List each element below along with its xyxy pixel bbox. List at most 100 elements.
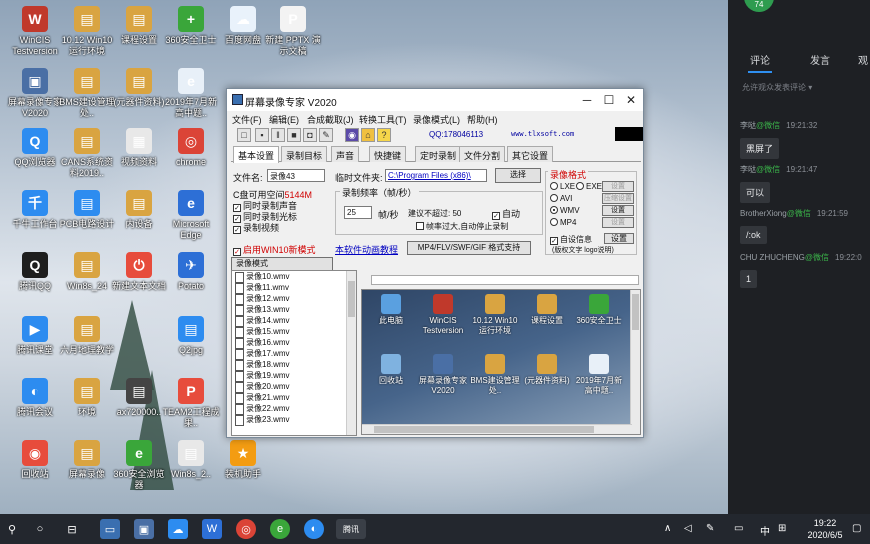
new-icon[interactable]: □ bbox=[237, 128, 251, 142]
comment-user[interactable]: CHU ZHUCHENG bbox=[740, 253, 805, 262]
format-radio[interactable]: LXE bbox=[550, 182, 575, 191]
keyboard-icon[interactable]: ▭ bbox=[734, 523, 743, 534]
scroll-thumb[interactable] bbox=[632, 294, 639, 330]
taskbar-360-icon[interactable]: e bbox=[270, 519, 290, 539]
file-list-item[interactable]: 录像12.wmv bbox=[232, 293, 356, 305]
desktop-icon[interactable]: ▶ 腾讯课堂 bbox=[6, 316, 64, 356]
desktop-icon[interactable]: ▤ 环境 bbox=[58, 378, 116, 418]
file-list-item[interactable]: 录像21.wmv bbox=[232, 392, 356, 404]
record-icon[interactable]: ▪ bbox=[255, 128, 269, 142]
ime-indicator[interactable]: 中 bbox=[760, 523, 770, 538]
format-settings-button[interactable]: 设置 bbox=[602, 205, 634, 216]
volume-icon[interactable]: ◁ bbox=[684, 523, 692, 534]
settings-tab[interactable]: 声音 bbox=[331, 146, 360, 162]
maximize-button[interactable]: ☐ bbox=[599, 91, 619, 109]
tab-comments[interactable]: 评论 bbox=[748, 52, 772, 73]
file-list-item[interactable]: 录像10.wmv bbox=[232, 271, 356, 283]
taskbar-active-app[interactable]: 腾讯 bbox=[336, 519, 366, 539]
file-list-item[interactable]: 录像15.wmv bbox=[232, 326, 356, 338]
stop-icon[interactable]: ■ bbox=[287, 128, 301, 142]
settings-tab[interactable]: 其它设置 bbox=[507, 146, 554, 162]
comment-user[interactable]: 李哒 bbox=[740, 165, 756, 174]
desktop-icon[interactable]: ▤ Q2jpg bbox=[162, 316, 220, 356]
comment-user[interactable]: 李哒 bbox=[740, 121, 756, 130]
desktop-icon[interactable]: ◉ 回收站 bbox=[6, 440, 64, 480]
desktop-icon[interactable]: Q 腾讯QQ bbox=[6, 252, 64, 292]
chevron-up-icon[interactable]: ∧ bbox=[664, 523, 671, 534]
settings-tab[interactable]: 快捷键 bbox=[369, 146, 407, 162]
desktop-icon[interactable]: ▤ PCB电路设计 bbox=[58, 190, 116, 230]
record-audio-checkbox[interactable]: ✓ 同时录制声音 bbox=[233, 201, 297, 212]
scroll-thumb[interactable] bbox=[348, 281, 355, 317]
comment-user[interactable]: BrotherXiong bbox=[740, 209, 787, 218]
settings-tab[interactable]: 基本设置 bbox=[233, 146, 280, 163]
win10-mode-checkbox[interactable]: ✓ 启用WIN10新模式 bbox=[233, 243, 316, 256]
desktop-icon[interactable]: ▤ (元器件资料) bbox=[110, 68, 168, 108]
format-exe-radio[interactable]: EXE bbox=[576, 182, 602, 191]
taskbar-app-meeting-icon[interactable]: ▭ bbox=[100, 519, 120, 539]
file-list-item[interactable]: 录像20.wmv bbox=[232, 381, 356, 393]
settings-tab[interactable]: 定时录制 bbox=[415, 146, 462, 162]
tab-speak[interactable]: 发言 bbox=[810, 52, 830, 67]
comment-permission-toggle[interactable]: 允许观众发表评论 ▾ bbox=[742, 82, 812, 93]
format-support-button[interactable]: MP4/FLV/SWF/GIF 格式支持 bbox=[407, 241, 531, 255]
taskbar-app-recorder-icon[interactable]: ▣ bbox=[134, 519, 154, 539]
desktop-icon[interactable]: ▤ Win8s_24 bbox=[58, 252, 116, 292]
pen-icon[interactable]: ✎ bbox=[319, 128, 333, 142]
file-list-item[interactable]: 录像22.wmv bbox=[232, 403, 356, 415]
notification-icon[interactable]: ▢ bbox=[852, 523, 861, 534]
menu-convert[interactable]: 转换工具(T) bbox=[359, 113, 407, 126]
drop-stop-checkbox[interactable]: 帧率过大,自动停止录制 bbox=[416, 221, 508, 232]
settings-tab[interactable]: 录制目标 bbox=[281, 146, 328, 162]
filename-input[interactable]: 录像43 bbox=[267, 169, 325, 182]
taskbar-chrome-icon[interactable]: ◎ bbox=[236, 519, 256, 539]
network-icon[interactable]: ✎ bbox=[706, 523, 714, 534]
cortana-icon[interactable]: ○ bbox=[30, 519, 50, 539]
desktop-icon[interactable]: ▤ Win8s_2.. bbox=[162, 440, 220, 480]
pause-icon[interactable]: ‖ bbox=[271, 128, 285, 142]
format-settings-button[interactable]: 压缩设置 bbox=[602, 193, 634, 204]
desktop-icon[interactable]: Q QQ浏览器 bbox=[6, 128, 64, 168]
desktop-icon[interactable]: ▤ CANS系统资料2019.. bbox=[58, 128, 116, 179]
menu-compose[interactable]: 合成截取(J) bbox=[307, 113, 354, 126]
record-cursor-checkbox[interactable]: ✓ 同时录制光标 bbox=[233, 212, 297, 223]
globe-icon[interactable]: ◉ bbox=[345, 128, 359, 142]
camera-icon[interactable]: ◘ bbox=[303, 128, 317, 142]
desktop-icon[interactable]: P 新建 PPTX 演示文稿 bbox=[264, 6, 322, 57]
format-settings-button[interactable]: 设置 bbox=[602, 181, 634, 192]
format-radio[interactable]: WMV bbox=[550, 206, 580, 215]
tempfolder-input[interactable]: C:\Program Files (x86)\ bbox=[385, 169, 487, 182]
auto-info-settings-button[interactable]: 设置 bbox=[604, 233, 634, 244]
file-list-item[interactable]: 录像16.wmv bbox=[232, 337, 356, 349]
desktop-icon[interactable]: ◎ chrome bbox=[162, 128, 220, 168]
minimize-button[interactable]: ─ bbox=[577, 91, 597, 109]
desktop-icon[interactable]: 千千牛工作台 bbox=[6, 190, 64, 230]
desktop-icon[interactable]: ▤ 六月地理教学 bbox=[58, 316, 116, 356]
desktop-icon[interactable]: ★ 装机助手 bbox=[214, 440, 272, 480]
framerate-input[interactable]: 25 bbox=[344, 206, 372, 219]
ime-mode-icon[interactable]: ⊞ bbox=[778, 523, 786, 534]
window-titlebar[interactable]: 屏幕录像专家 V2020 ─ ☐ ✕ bbox=[227, 89, 643, 111]
format-radio[interactable]: MP4 bbox=[550, 218, 576, 227]
desktop-icon[interactable]: P TEAM2工程成果.. bbox=[162, 378, 220, 429]
preview-vertical-scrollbar[interactable] bbox=[630, 290, 640, 434]
desktop-icon[interactable]: W WinCIS Testversion bbox=[6, 6, 64, 57]
record-mode-tab[interactable]: 录像模式 bbox=[231, 257, 333, 271]
file-list-scrollbar[interactable] bbox=[346, 271, 356, 435]
format-settings-button[interactable]: 设置 bbox=[602, 217, 634, 228]
file-list-item[interactable]: 录像19.wmv bbox=[232, 370, 356, 382]
preview-horizontal-scrollbar[interactable] bbox=[362, 424, 632, 434]
taskbar-browser-icon[interactable]: ◐ bbox=[304, 519, 324, 539]
tutorial-link[interactable]: 本软件动画教程 bbox=[335, 243, 398, 256]
system-clock[interactable]: 19:22 2020/6/5 bbox=[800, 517, 850, 541]
desktop-icon[interactable]: ▤ 10.12 Win10 运行环境 bbox=[58, 6, 116, 57]
select-folder-button[interactable]: 选择 bbox=[495, 168, 541, 183]
format-radio[interactable]: AVI bbox=[550, 194, 572, 203]
desktop-icon[interactable]: ✈ Potato bbox=[162, 252, 220, 292]
menu-help[interactable]: 帮助(H) bbox=[467, 113, 498, 126]
scroll-thumb[interactable] bbox=[374, 426, 594, 433]
settings-tab[interactable]: 文件分割 bbox=[459, 146, 506, 162]
record-video-checkbox[interactable]: ✓ 录制视频 bbox=[233, 223, 297, 234]
file-list-item[interactable]: 录像14.wmv bbox=[232, 315, 356, 327]
menu-edit[interactable]: 编辑(E) bbox=[269, 113, 299, 126]
